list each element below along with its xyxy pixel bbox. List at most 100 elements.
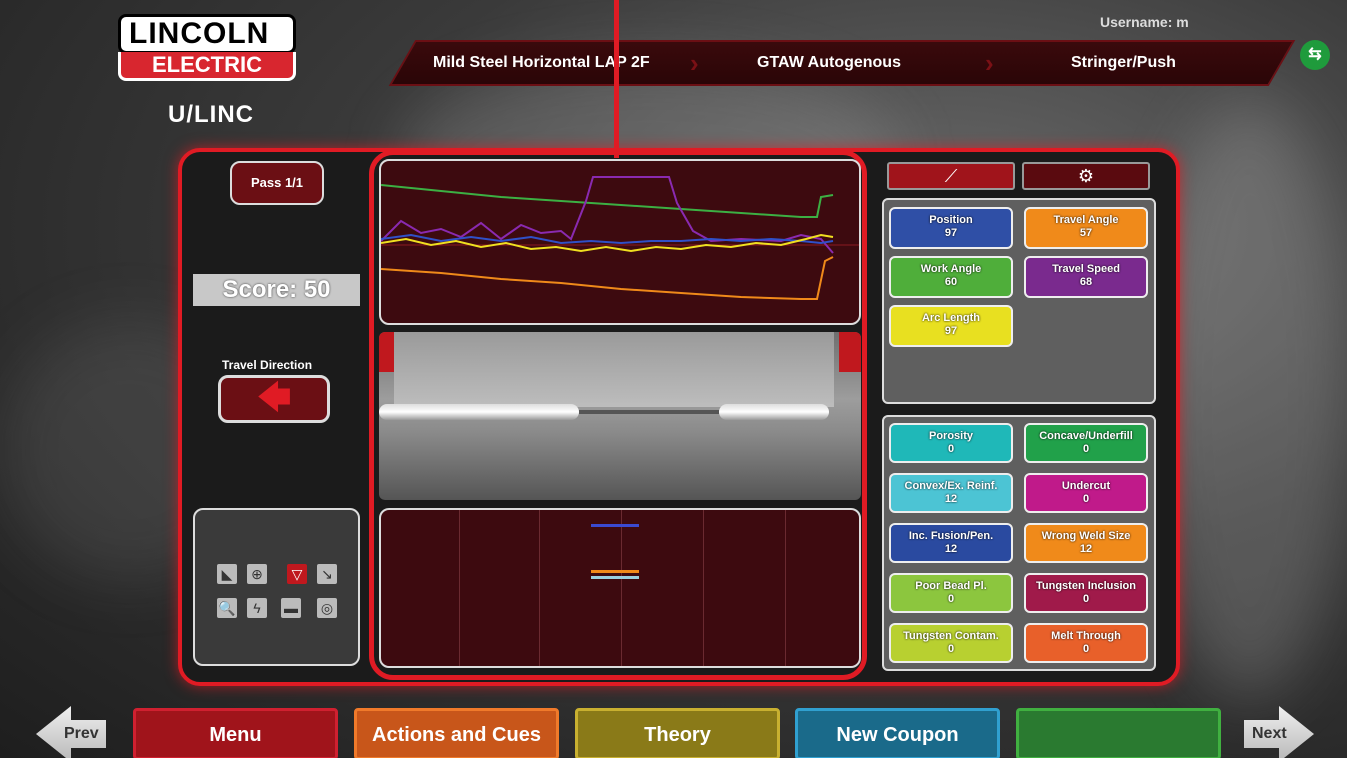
score-display: Score: 50 — [193, 274, 360, 306]
defect-value: 0 — [1082, 643, 1090, 655]
new-coupon-button[interactable]: New Coupon — [795, 708, 1000, 758]
defect-tile-poor-bead-placement[interactable]: Poor Bead Pl. 0 — [889, 573, 1013, 613]
param-value: 97 — [944, 325, 958, 337]
blank-button[interactable] — [1016, 708, 1221, 758]
angle-icon[interactable]: ◣ — [217, 564, 237, 584]
defect-name: Melt Through — [1051, 630, 1121, 642]
tab-torch[interactable]: ⟋ — [887, 162, 1015, 190]
defect-value: 12 — [1079, 543, 1093, 555]
breadcrumb-chevron-icon: › — [690, 48, 699, 78]
cue-gridline — [459, 510, 460, 666]
defect-value: 0 — [1082, 443, 1090, 455]
defect-value: 12 — [944, 493, 958, 505]
coupon-plate — [394, 332, 834, 407]
param-name: Work Angle — [920, 263, 982, 275]
arrow-left-icon: 🡄 — [256, 379, 292, 417]
defect-value: 0 — [947, 593, 955, 605]
param-tile-travel-speed[interactable]: Travel Speed 68 — [1024, 256, 1148, 298]
nozzle-icon[interactable]: ↘ — [317, 564, 337, 584]
pass-button[interactable]: Pass 1/1 — [230, 161, 324, 205]
cue-gridline — [621, 510, 622, 666]
param-tile-position[interactable]: Position 97 — [889, 207, 1013, 249]
defect-value: 12 — [944, 543, 958, 555]
weld-bead-segment — [379, 404, 579, 420]
menu-button[interactable]: Menu — [133, 708, 338, 758]
parameter-graph-svg — [381, 176, 859, 300]
defect-name: Undercut — [1061, 480, 1111, 492]
logo-bottom-text: ELECTRIC — [118, 52, 296, 81]
defect-tile-melt-through[interactable]: Melt Through 0 — [1024, 623, 1148, 663]
username-label: Username: m — [1100, 14, 1189, 30]
defect-tile-wrong-weld-size[interactable]: Wrong Weld Size 12 — [1024, 523, 1148, 563]
param-tile-work-angle[interactable]: Work Angle 60 — [889, 256, 1013, 298]
defect-name: Inc. Fusion/Pen. — [908, 530, 994, 542]
param-value: 60 — [944, 276, 958, 288]
defect-name: Convex/Ex. Reinf. — [904, 480, 998, 492]
ulinc-brand: U/LINC — [168, 101, 254, 128]
logo-top-text: LINCOLN — [118, 14, 296, 54]
defect-tile-convex[interactable]: Convex/Ex. Reinf. 12 — [889, 473, 1013, 513]
torch-view-icon[interactable]: ▽ — [287, 564, 307, 584]
defect-value: 0 — [1082, 493, 1090, 505]
param-name: Travel Speed — [1052, 263, 1120, 275]
parameter-graph — [379, 159, 861, 325]
defect-tile-tungsten-inclusion[interactable]: Tungsten Inclusion 0 — [1024, 573, 1148, 613]
usb-icon: ⇆ — [1300, 40, 1330, 70]
defect-name: Concave/Underfill — [1039, 430, 1133, 442]
theory-button[interactable]: Theory — [575, 708, 780, 758]
defect-tile-tungsten-contamination[interactable]: Tungsten Contam. 0 — [889, 623, 1013, 663]
tool-icon-panel: ◣ ⊕ ▽ ↘ 🔍 ϟ ▬ ◎ — [193, 508, 360, 666]
prev-button[interactable]: Prev — [36, 706, 106, 758]
cue-gridline — [539, 510, 540, 666]
prev-label: Prev — [64, 725, 99, 742]
defect-tile-concave-underfill[interactable]: Concave/Underfill 0 — [1024, 423, 1148, 463]
work-angle-cue-mark — [591, 576, 639, 579]
cue-gridline — [703, 510, 704, 666]
tab-settings[interactable]: ⚙ — [1022, 162, 1150, 190]
gauge-icon[interactable]: ◎ — [317, 598, 337, 618]
param-tile-arc-length[interactable]: Arc Length 97 — [889, 305, 1013, 347]
defect-name: Tungsten Contam. — [903, 630, 999, 642]
next-button[interactable]: Next — [1244, 706, 1314, 758]
visual-cue-panel — [379, 508, 861, 668]
lincoln-electric-logo: LINCOLN ELECTRIC — [118, 14, 318, 81]
breadcrumb-item-technique[interactable]: GTAW Autogenous — [757, 54, 901, 72]
lightning-icon[interactable]: ϟ — [247, 598, 267, 618]
defect-value: 0 — [947, 443, 955, 455]
weld-coupon-image — [379, 332, 861, 500]
defect-value: 0 — [947, 643, 955, 655]
gear-icon: ⚙ — [1077, 166, 1095, 186]
param-value: 57 — [1079, 227, 1093, 239]
actions-and-cues-button[interactable]: Actions and Cues — [354, 708, 559, 758]
param-value: 68 — [1079, 276, 1093, 288]
defect-name: Wrong Weld Size — [1041, 530, 1131, 542]
param-value: 97 — [944, 227, 958, 239]
param-name: Travel Angle — [1053, 214, 1119, 226]
travel-direction-label: Travel Direction — [222, 358, 313, 372]
weld-bead-segment — [719, 404, 829, 420]
breadcrumb-item-pattern[interactable]: Stringer/Push — [1071, 54, 1176, 72]
breadcrumb-chevron-icon: › — [985, 48, 994, 78]
defect-tile-incomplete-fusion[interactable]: Inc. Fusion/Pen. 12 — [889, 523, 1013, 563]
fixture-right — [839, 332, 861, 372]
defect-name: Poor Bead Pl. — [915, 580, 987, 592]
indicator-line — [614, 0, 619, 158]
param-name: Arc Length — [921, 312, 981, 324]
position-cue-mark — [591, 524, 639, 527]
work-angle-line — [381, 184, 834, 218]
param-tile-travel-angle[interactable]: Travel Angle 57 — [1024, 207, 1148, 249]
travel-direction-button[interactable]: 🡄 — [218, 375, 330, 423]
target-icon[interactable]: ⊕ — [247, 564, 267, 584]
defect-tile-porosity[interactable]: Porosity 0 — [889, 423, 1013, 463]
travel-angle-cue-mark — [591, 570, 639, 573]
param-name: Position — [929, 214, 973, 226]
travel-angle-line — [381, 256, 834, 300]
helmet-icon[interactable]: ▬ — [281, 598, 301, 618]
next-label: Next — [1252, 725, 1287, 742]
zoom-icon[interactable]: 🔍 — [217, 598, 237, 618]
defect-value: 0 — [1082, 593, 1090, 605]
cue-gridline — [785, 510, 786, 666]
torch-icon: ⟋ — [944, 166, 958, 186]
defect-tile-undercut[interactable]: Undercut 0 — [1024, 473, 1148, 513]
defect-name: Tungsten Inclusion — [1035, 580, 1136, 592]
